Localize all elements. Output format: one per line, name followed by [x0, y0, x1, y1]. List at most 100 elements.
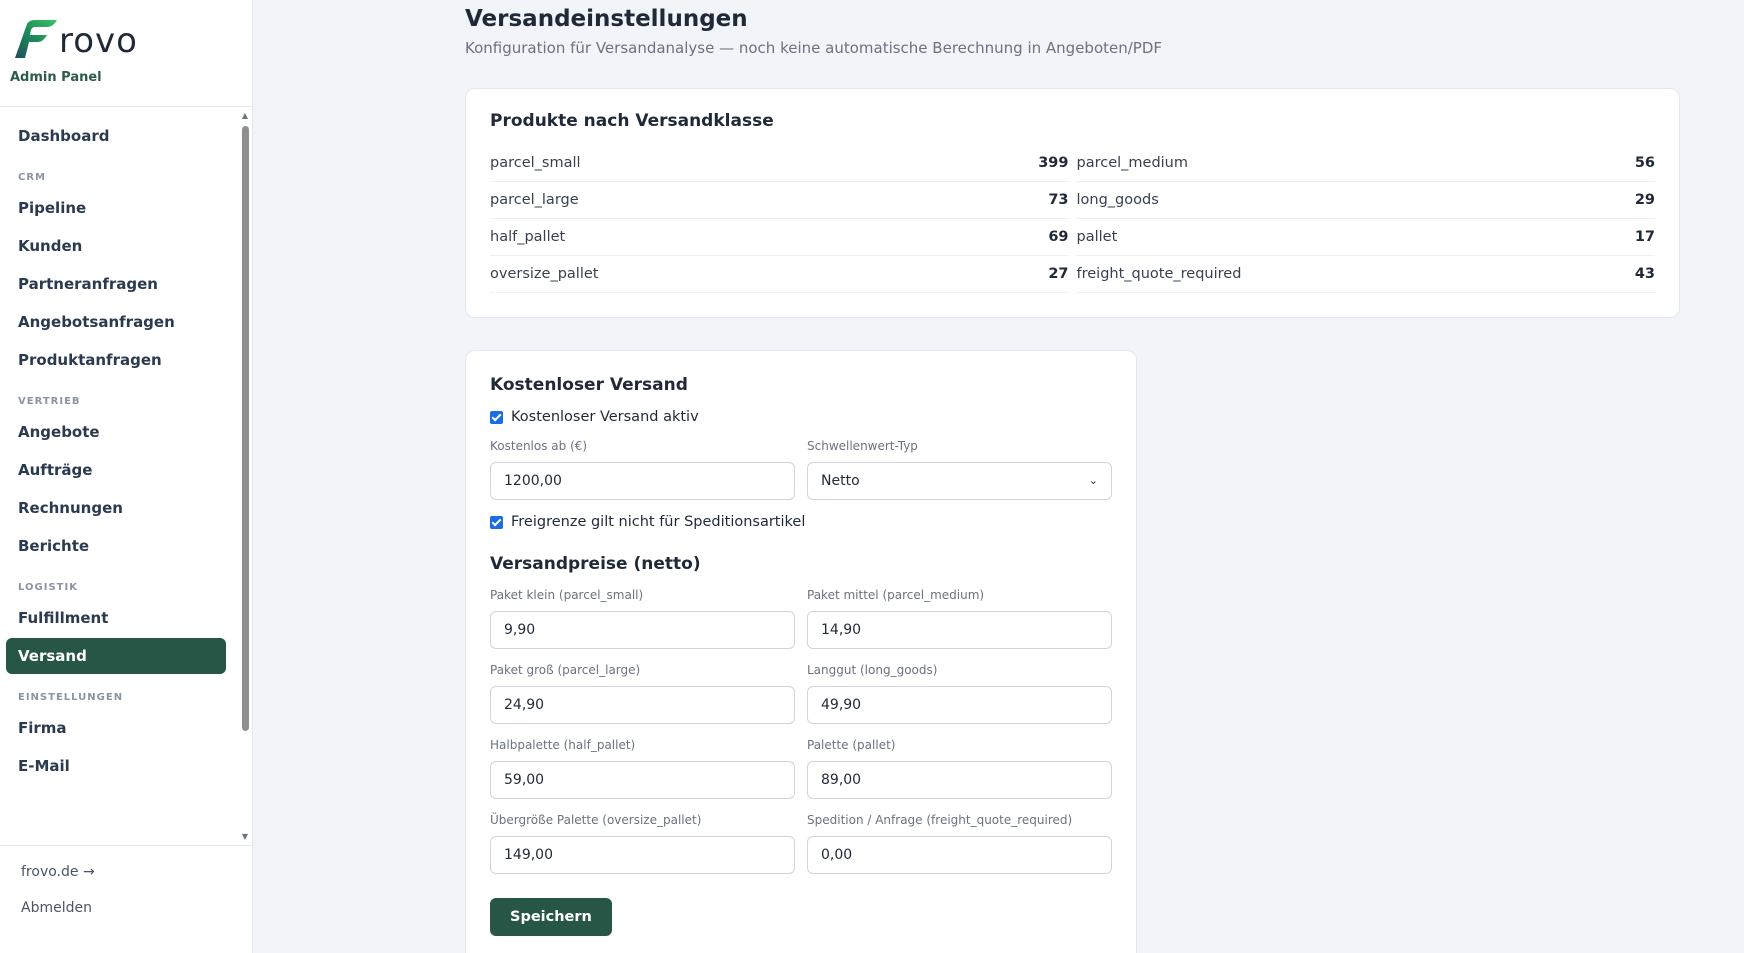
- logout-link[interactable]: Abmelden: [21, 900, 253, 916]
- class-name: parcel_large: [490, 192, 579, 208]
- price-field-parcel-medium: Paket mittel (parcel_medium) 14,90: [807, 588, 1112, 649]
- sidebar-item-angebote[interactable]: Angebote: [6, 414, 226, 450]
- admin-panel-label: Admin Panel: [10, 70, 102, 85]
- shipping-classes-title: Produkte nach Versandklasse: [490, 111, 774, 131]
- sidebar-item-kunden[interactable]: Kunden: [6, 228, 226, 264]
- frovo-logo-icon: [15, 20, 57, 58]
- shipping-classes-right: parcel_medium 56 long_goods 29 pallet 17 fr…: [1076, 145, 1655, 293]
- sidebar-item-dashboard[interactable]: Dashboard: [6, 118, 226, 154]
- price-field-half-pallet: Halbpalette (half_pallet) 59,00: [490, 738, 795, 799]
- nav-section-crm: CRM: [18, 172, 46, 183]
- chevron-down-icon: ⌄: [1088, 474, 1098, 487]
- list-item: half_pallet 69: [490, 219, 1069, 256]
- class-count: 69: [1048, 229, 1069, 245]
- shipping-prices-title: Versandpreise (netto): [490, 554, 701, 574]
- brand: rovo Admin Panel: [0, 0, 252, 107]
- price-field-pallet: Palette (pallet) 89,00: [807, 738, 1112, 799]
- sidebar-item-angebotsanfragen[interactable]: Angebotsanfragen: [6, 304, 226, 340]
- threshold-label: Kostenlos ab (€): [490, 439, 588, 453]
- field-label: Halbpalette (half_pallet): [490, 738, 636, 752]
- field-label: Übergröße Palette (oversize_pallet): [490, 813, 702, 827]
- class-name: pallet: [1076, 229, 1118, 245]
- sidebar-item-firma[interactable]: Firma: [6, 710, 226, 746]
- class-count: 27: [1048, 266, 1069, 282]
- sidebar-item-produktanfragen[interactable]: Produktanfragen: [6, 342, 226, 378]
- class-count: 73: [1048, 192, 1069, 208]
- free-shipping-card: Kostenloser Versand Kostenloser Versand …: [465, 350, 1137, 953]
- nav-section-logistik: LOGISTIK: [18, 582, 78, 593]
- sidebar-item-partneranfragen[interactable]: Partneranfragen: [6, 266, 226, 302]
- price-input-parcel-large[interactable]: 24,90: [490, 686, 795, 724]
- brand-name: rovo: [59, 21, 138, 61]
- price-input-pallet[interactable]: 89,00: [807, 761, 1112, 799]
- shipping-classes-card: Produkte nach Versandklasse parcel_small…: [465, 88, 1680, 318]
- scroll-up-arrow-icon[interactable]: ▲: [239, 110, 251, 122]
- field-label: Palette (pallet): [807, 738, 896, 752]
- sidebar-nav: Dashboard CRM Pipeline Kunden Partneranf…: [0, 108, 253, 784]
- main-content: Versandeinstellungen Konfiguration für V…: [465, 0, 1680, 953]
- list-item: oversize_pallet 27: [490, 256, 1069, 293]
- sidebar-item-pipeline[interactable]: Pipeline: [6, 190, 226, 226]
- sidebar-item-auftraege[interactable]: Aufträge: [6, 452, 226, 488]
- sidebar: rovo Admin Panel Dashboard CRM Pipeline …: [0, 0, 253, 953]
- price-input-parcel-medium[interactable]: 14,90: [807, 611, 1112, 649]
- save-button[interactable]: Speichern: [490, 898, 612, 936]
- site-link[interactable]: frovo.de →: [21, 864, 253, 880]
- list-item: freight_quote_required 43: [1076, 256, 1655, 293]
- free-shipping-active-checkbox[interactable]: [490, 410, 503, 424]
- freight-exclude-checkbox-row[interactable]: Freigrenze gilt nicht für Speditionsarti…: [490, 514, 1112, 530]
- sidebar-item-fulfillment[interactable]: Fulfillment: [6, 600, 226, 636]
- threshold-field: Kostenlos ab (€) 1200,00: [490, 439, 795, 500]
- page-title: Versandeinstellungen: [465, 6, 748, 32]
- class-name: oversize_pallet: [490, 266, 599, 282]
- nav-section-vertrieb: VERTRIEB: [18, 396, 81, 407]
- scroll-down-arrow-icon[interactable]: ▼: [239, 831, 251, 843]
- price-input-half-pallet[interactable]: 59,00: [490, 761, 795, 799]
- field-label: Paket klein (parcel_small): [490, 588, 644, 602]
- threshold-type-value: Netto: [821, 473, 860, 489]
- logo[interactable]: rovo: [13, 18, 252, 62]
- field-label: Spedition / Anfrage (freight_quote_requi…: [807, 813, 1073, 827]
- price-field-parcel-small: Paket klein (parcel_small) 9,90: [490, 588, 795, 649]
- threshold-grid: Kostenlos ab (€) 1200,00 Schwellenwert-T…: [490, 425, 1112, 500]
- freight-exclude-label: Freigrenze gilt nicht für Speditionsarti…: [511, 514, 806, 530]
- list-item: long_goods 29: [1076, 182, 1655, 219]
- list-item: pallet 17: [1076, 219, 1655, 256]
- class-count: 17: [1634, 229, 1655, 245]
- class-name: half_pallet: [490, 229, 566, 245]
- price-input-oversize-pallet[interactable]: 149,00: [490, 836, 795, 874]
- price-field-long-goods: Langgut (long_goods) 49,90: [807, 663, 1112, 724]
- sidebar-item-email[interactable]: E-Mail: [6, 748, 226, 784]
- class-count: 29: [1634, 192, 1655, 208]
- field-label: Paket groß (parcel_large): [490, 663, 641, 677]
- sidebar-nav-scroll: Dashboard CRM Pipeline Kunden Partneranf…: [0, 108, 253, 845]
- scrollbar-thumb[interactable]: [242, 126, 249, 731]
- free-shipping-title: Kostenloser Versand: [490, 375, 688, 395]
- threshold-type-field: Schwellenwert-Typ Netto ⌄: [807, 439, 1112, 500]
- sidebar-item-versand[interactable]: Versand: [6, 638, 226, 674]
- price-input-long-goods[interactable]: 49,90: [807, 686, 1112, 724]
- price-field-freight-quote: Spedition / Anfrage (freight_quote_requi…: [807, 813, 1112, 874]
- price-input-freight-quote[interactable]: 0,00: [807, 836, 1112, 874]
- list-item: parcel_large 73: [490, 182, 1069, 219]
- class-name: parcel_medium: [1076, 155, 1189, 171]
- sidebar-item-rechnungen[interactable]: Rechnungen: [6, 490, 226, 526]
- threshold-type-select[interactable]: Netto ⌄: [807, 462, 1112, 500]
- page-subtitle: Konfiguration für Versandanalyse — noch …: [465, 39, 1163, 57]
- threshold-input[interactable]: 1200,00: [490, 462, 795, 500]
- class-count: 56: [1634, 155, 1655, 171]
- price-input-parcel-small[interactable]: 9,90: [490, 611, 795, 649]
- threshold-type-label: Schwellenwert-Typ: [807, 439, 918, 453]
- sidebar-item-berichte[interactable]: Berichte: [6, 528, 226, 564]
- shipping-classes-grid: parcel_small 399 parcel_large 73 half_pall…: [490, 145, 1655, 293]
- field-label: Langgut (long_goods): [807, 663, 938, 677]
- list-item: parcel_small 399: [490, 145, 1069, 182]
- freight-exclude-checkbox[interactable]: [490, 515, 503, 529]
- class-name: parcel_small: [490, 155, 581, 171]
- sidebar-scrollbar[interactable]: ▲ ▼: [239, 108, 251, 845]
- free-shipping-active-checkbox-row[interactable]: Kostenloser Versand aktiv: [490, 409, 1112, 425]
- shipping-prices-grid: Paket klein (parcel_small) 9,90 Paket mi…: [490, 574, 1112, 874]
- class-count: 399: [1038, 155, 1069, 171]
- shipping-classes-left: parcel_small 399 parcel_large 73 half_pall…: [490, 145, 1069, 293]
- sidebar-footer: frovo.de → Abmelden: [0, 845, 253, 953]
